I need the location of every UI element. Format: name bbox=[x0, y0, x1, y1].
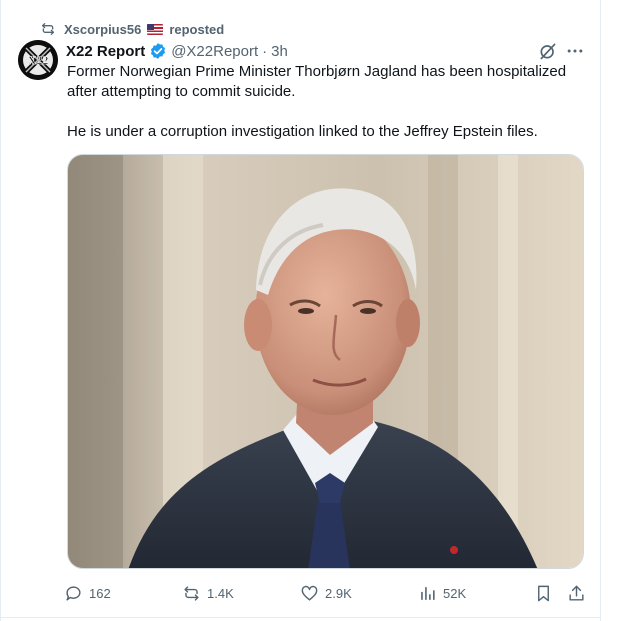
timeline-left-border bbox=[0, 0, 4, 621]
view-count: 52K bbox=[443, 585, 467, 601]
portrait-photo bbox=[68, 155, 583, 568]
post-paragraph: He is under a corruption investigation l… bbox=[67, 123, 538, 140]
more-options-icon[interactable] bbox=[565, 41, 585, 61]
x22-logo-icon: X22 bbox=[18, 40, 58, 80]
analytics-icon bbox=[421, 586, 435, 600]
post-paragraph: Former Norwegian Prime Minister Thorbjør… bbox=[67, 63, 567, 100]
post-text: Former Norwegian Prime Minister Thorbjør… bbox=[67, 62, 583, 142]
post-photo[interactable] bbox=[67, 154, 584, 569]
header-separator: · bbox=[262, 42, 268, 60]
reply-count: 162 bbox=[89, 585, 111, 601]
post-header: X22 Report @X22Report · 3h bbox=[66, 41, 288, 61]
repost-icon bbox=[42, 23, 54, 35]
avatar[interactable]: X22 bbox=[18, 40, 58, 80]
post-divider bbox=[0, 617, 601, 618]
post-actions: 162 1.4K 2.9K 52K bbox=[64, 580, 590, 606]
bookmark-icon bbox=[538, 585, 549, 601]
repost-count: 1.4K bbox=[207, 585, 234, 601]
reply-icon bbox=[66, 585, 81, 601]
like-button[interactable]: 2.9K bbox=[300, 580, 352, 606]
repost-context[interactable]: Xscorpius56 reposted bbox=[40, 20, 224, 38]
author-display-name[interactable]: X22 Report bbox=[66, 43, 145, 60]
repost-suffix: reposted bbox=[169, 21, 225, 37]
post-timestamp[interactable]: 3h bbox=[271, 43, 288, 60]
bookmark-button[interactable] bbox=[534, 580, 553, 606]
repost-button[interactable]: 1.4K bbox=[182, 580, 234, 606]
share-icon bbox=[569, 585, 584, 601]
reposter-name[interactable]: Xscorpius56 bbox=[64, 22, 141, 37]
like-count: 2.9K bbox=[325, 585, 352, 601]
author-handle[interactable]: @X22Report bbox=[171, 43, 258, 60]
flag-us-icon bbox=[147, 23, 164, 35]
svg-text:X22: X22 bbox=[28, 53, 49, 67]
grok-icon[interactable] bbox=[538, 41, 558, 61]
reply-button[interactable]: 162 bbox=[64, 580, 111, 606]
verified-badge-icon[interactable] bbox=[149, 42, 167, 60]
views-button[interactable]: 52K bbox=[418, 580, 466, 606]
share-button[interactable] bbox=[567, 580, 586, 606]
repost-icon bbox=[184, 585, 199, 601]
timeline-right-border bbox=[600, 0, 601, 621]
heart-icon bbox=[301, 585, 318, 601]
